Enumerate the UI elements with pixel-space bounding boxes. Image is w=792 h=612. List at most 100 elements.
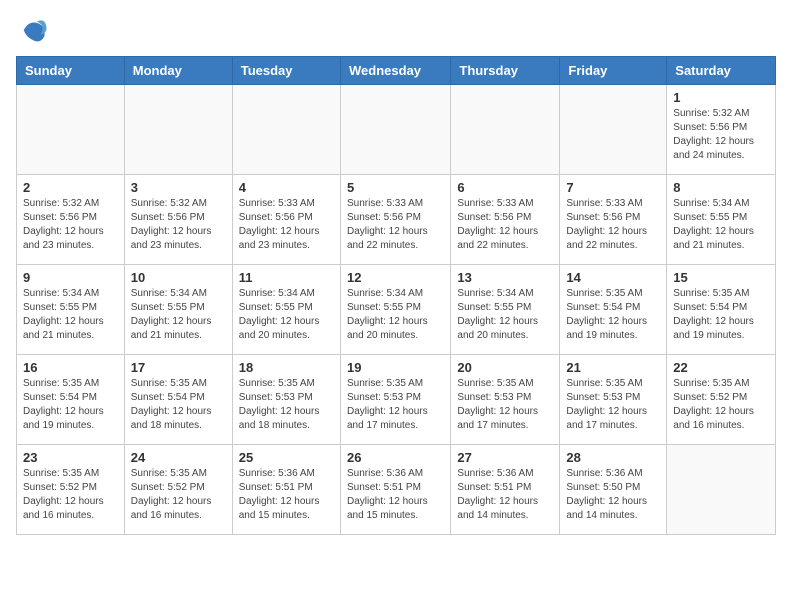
calendar-cell: 27Sunrise: 5:36 AM Sunset: 5:51 PM Dayli… [451, 445, 560, 535]
day-info: Sunrise: 5:33 AM Sunset: 5:56 PM Dayligh… [347, 197, 444, 253]
calendar-cell: 26 Sunrise: 5:36 AM Sunset: 5:51 PM Dayli… [340, 445, 450, 535]
calendar-cell: 21 Sunrise: 5:35 AM Sunset: 5:53 PM Dayli… [560, 355, 667, 445]
calendar-body: 1Sunrise: 5:32 AM Sunset: 5:56 PM Daylig… [17, 85, 776, 535]
day-number: 17 [131, 360, 226, 375]
weekday-header-saturday: Saturday [667, 57, 776, 85]
calendar-cell: 10 Sunrise: 5:34 AM Sunset: 5:55 PM Dayli… [124, 265, 232, 355]
day-info: Sunrise: 5:33 AM Sunset: 5:56 PM Dayligh… [457, 197, 553, 253]
calendar-cell: 23 Sunrise: 5:35 AM Sunset: 5:52 PM Dayli… [17, 445, 125, 535]
calendar-cell: 28 Sunrise: 5:36 AM Sunset: 5:50 PM Dayli… [560, 445, 667, 535]
day-number: 21 [566, 360, 660, 375]
day-info: Sunrise: 5:34 AM Sunset: 5:55 PM Dayligh… [23, 287, 118, 343]
calendar-cell [451, 85, 560, 175]
weekday-header-sunday: Sunday [17, 57, 125, 85]
day-info: Sunrise: 5:35 AM Sunset: 5:53 PM Dayligh… [566, 377, 660, 433]
day-number: 20 [457, 360, 553, 375]
day-number: 14 [566, 270, 660, 285]
calendar-cell: 16Sunrise: 5:35 AM Sunset: 5:54 PM Dayli… [17, 355, 125, 445]
day-info: Sunrise: 5:34 AM Sunset: 5:55 PM Dayligh… [131, 287, 226, 343]
day-info: Sunrise: 5:35 AM Sunset: 5:53 PM Dayligh… [239, 377, 334, 433]
day-number: 3 [131, 180, 226, 195]
day-info: Sunrise: 5:35 AM Sunset: 5:54 PM Dayligh… [566, 287, 660, 343]
calendar-table: SundayMondayTuesdayWednesdayThursdayFrid… [16, 56, 776, 535]
calendar-cell: 14 Sunrise: 5:35 AM Sunset: 5:54 PM Dayli… [560, 265, 667, 355]
calendar-cell: 17 Sunrise: 5:35 AM Sunset: 5:54 PM Dayli… [124, 355, 232, 445]
day-info: Sunrise: 5:32 AM Sunset: 5:56 PM Dayligh… [673, 107, 769, 163]
day-info: Sunrise: 5:35 AM Sunset: 5:53 PM Dayligh… [457, 377, 553, 433]
day-info: Sunrise: 5:35 AM Sunset: 5:52 PM Dayligh… [23, 467, 118, 523]
calendar-cell: 19 Sunrise: 5:35 AM Sunset: 5:53 PM Dayli… [340, 355, 450, 445]
calendar-cell: 6 Sunrise: 5:33 AM Sunset: 5:56 PM Daylig… [451, 175, 560, 265]
day-number: 6 [457, 180, 553, 195]
day-info: Sunrise: 5:34 AM Sunset: 5:55 PM Dayligh… [457, 287, 553, 343]
calendar-cell: 1Sunrise: 5:32 AM Sunset: 5:56 PM Daylig… [667, 85, 776, 175]
calendar-cell: 18Sunrise: 5:35 AM Sunset: 5:53 PM Dayli… [232, 355, 340, 445]
logo-icon [20, 16, 48, 44]
calendar-cell [667, 445, 776, 535]
page-header [16, 16, 776, 44]
day-info: Sunrise: 5:32 AM Sunset: 5:56 PM Dayligh… [23, 197, 118, 253]
weekday-header-friday: Friday [560, 57, 667, 85]
day-number: 26 [347, 450, 444, 465]
week-row-3: 9 Sunrise: 5:34 AM Sunset: 5:55 PM Daylig… [17, 265, 776, 355]
calendar-cell: 9 Sunrise: 5:34 AM Sunset: 5:55 PM Daylig… [17, 265, 125, 355]
day-number: 19 [347, 360, 444, 375]
calendar-cell: 8 Sunrise: 5:34 AM Sunset: 5:55 PM Daylig… [667, 175, 776, 265]
calendar-cell: 12Sunrise: 5:34 AM Sunset: 5:55 PM Dayli… [340, 265, 450, 355]
day-number: 15 [673, 270, 769, 285]
day-number: 7 [566, 180, 660, 195]
calendar-cell: 25 Sunrise: 5:36 AM Sunset: 5:51 PM Dayli… [232, 445, 340, 535]
day-info: Sunrise: 5:35 AM Sunset: 5:52 PM Dayligh… [131, 467, 226, 523]
weekday-header-monday: Monday [124, 57, 232, 85]
day-number: 2 [23, 180, 118, 195]
day-number: 13 [457, 270, 553, 285]
day-info: Sunrise: 5:35 AM Sunset: 5:53 PM Dayligh… [347, 377, 444, 433]
calendar-cell: 2 Sunrise: 5:32 AM Sunset: 5:56 PM Daylig… [17, 175, 125, 265]
week-row-1: 1Sunrise: 5:32 AM Sunset: 5:56 PM Daylig… [17, 85, 776, 175]
calendar-cell [232, 85, 340, 175]
day-number: 22 [673, 360, 769, 375]
day-info: Sunrise: 5:35 AM Sunset: 5:52 PM Dayligh… [673, 377, 769, 433]
day-number: 5 [347, 180, 444, 195]
week-row-5: 23 Sunrise: 5:35 AM Sunset: 5:52 PM Dayli… [17, 445, 776, 535]
day-info: Sunrise: 5:34 AM Sunset: 5:55 PM Dayligh… [239, 287, 334, 343]
day-info: Sunrise: 5:36 AM Sunset: 5:50 PM Dayligh… [566, 467, 660, 523]
calendar-cell: 24 Sunrise: 5:35 AM Sunset: 5:52 PM Dayli… [124, 445, 232, 535]
weekday-row: SundayMondayTuesdayWednesdayThursdayFrid… [17, 57, 776, 85]
calendar-cell: 15 Sunrise: 5:35 AM Sunset: 5:54 PM Dayli… [667, 265, 776, 355]
day-number: 25 [239, 450, 334, 465]
day-number: 4 [239, 180, 334, 195]
calendar-cell [340, 85, 450, 175]
calendar-cell: 13 Sunrise: 5:34 AM Sunset: 5:55 PM Dayli… [451, 265, 560, 355]
day-number: 10 [131, 270, 226, 285]
calendar-cell: 5 Sunrise: 5:33 AM Sunset: 5:56 PM Daylig… [340, 175, 450, 265]
calendar-cell: 7Sunrise: 5:33 AM Sunset: 5:56 PM Daylig… [560, 175, 667, 265]
weekday-header-thursday: Thursday [451, 57, 560, 85]
day-number: 8 [673, 180, 769, 195]
calendar-cell [560, 85, 667, 175]
weekday-header-tuesday: Tuesday [232, 57, 340, 85]
day-info: Sunrise: 5:36 AM Sunset: 5:51 PM Dayligh… [239, 467, 334, 523]
day-number: 11 [239, 270, 334, 285]
day-info: Sunrise: 5:33 AM Sunset: 5:56 PM Dayligh… [239, 197, 334, 253]
calendar-cell: 3Sunrise: 5:32 AM Sunset: 5:56 PM Daylig… [124, 175, 232, 265]
day-number: 16 [23, 360, 118, 375]
logo [16, 16, 48, 44]
day-info: Sunrise: 5:35 AM Sunset: 5:54 PM Dayligh… [131, 377, 226, 433]
day-number: 9 [23, 270, 118, 285]
calendar-cell [124, 85, 232, 175]
day-number: 24 [131, 450, 226, 465]
day-number: 12 [347, 270, 444, 285]
day-info: Sunrise: 5:36 AM Sunset: 5:51 PM Dayligh… [347, 467, 444, 523]
day-number: 28 [566, 450, 660, 465]
calendar-cell: 22 Sunrise: 5:35 AM Sunset: 5:52 PM Dayli… [667, 355, 776, 445]
calendar-cell: 4 Sunrise: 5:33 AM Sunset: 5:56 PM Daylig… [232, 175, 340, 265]
day-number: 23 [23, 450, 118, 465]
day-info: Sunrise: 5:36 AM Sunset: 5:51 PM Dayligh… [457, 467, 553, 523]
calendar-cell: 11 Sunrise: 5:34 AM Sunset: 5:55 PM Dayli… [232, 265, 340, 355]
week-row-4: 16 Sunrise: 5:35 AM Sunset: 5:54 PM Dayli… [17, 355, 776, 445]
calendar-cell [17, 85, 125, 175]
week-row-2: 2 Sunrise: 5:32 AM Sunset: 5:56 PM Daylig… [17, 175, 776, 265]
day-info: Sunrise: 5:35 AM Sunset: 5:54 PM Dayligh… [673, 287, 769, 343]
day-info: Sunrise: 5:34 AM Sunset: 5:55 PM Dayligh… [673, 197, 769, 253]
